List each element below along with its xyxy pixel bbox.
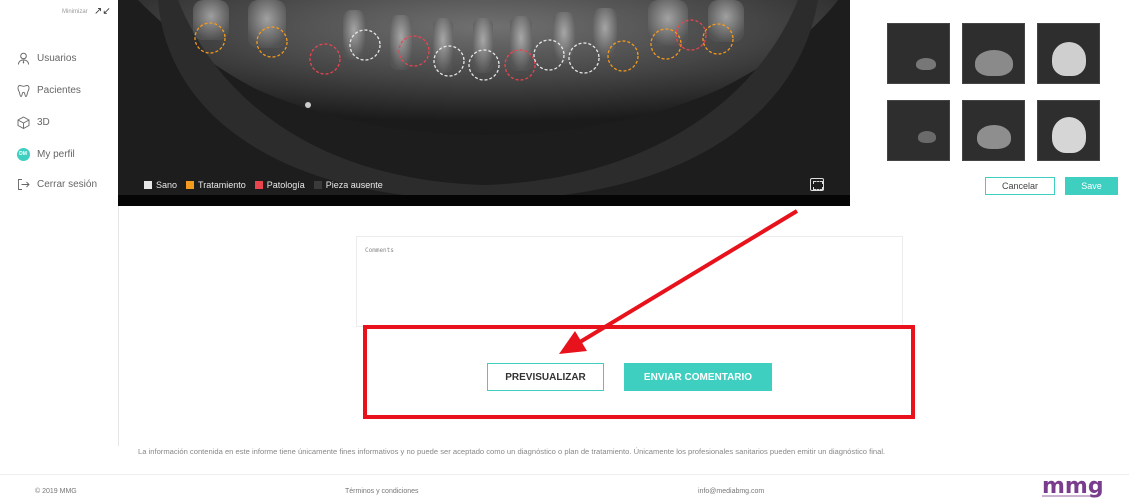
sidebar: Minimizar ↗︎↙︎ Usuarios Pacientes 3D DM … <box>0 0 118 430</box>
fullscreen-icon[interactable] <box>810 178 824 191</box>
minimize-label[interactable]: Minimizar <box>62 9 88 15</box>
xray-viewer[interactable]: Sano Tratamiento Patología Pieza ausente <box>118 0 850 206</box>
preview-button[interactable]: PREVISUALIZAR <box>487 363 604 391</box>
footer-copyright: © 2019 MMG <box>35 488 77 495</box>
minimize-icon[interactable]: ↗︎↙︎ <box>94 6 111 17</box>
sidebar-item-label: Cerrar sesión <box>37 178 98 190</box>
legend-swatch <box>254 181 263 189</box>
legend-item-sano: Sano <box>144 180 177 190</box>
tooth-thumbnail[interactable] <box>962 23 1025 84</box>
logout-icon <box>16 177 30 191</box>
avatar-icon: DM <box>16 147 30 161</box>
sidebar-item-label: My perfil <box>37 148 75 160</box>
send-comment-button[interactable]: ENVIAR COMENTARIO <box>624 363 772 391</box>
avatar: DM <box>16 147 30 161</box>
panoramic-xray-image <box>118 0 850 206</box>
sidebar-item-pacientes[interactable]: Pacientes <box>16 82 81 98</box>
sidebar-item-3d[interactable]: 3D <box>16 114 50 130</box>
cube-icon <box>16 115 30 129</box>
tooth-thumbnail[interactable] <box>1037 23 1100 84</box>
legend-item-patologia: Patología <box>254 180 305 190</box>
legend-item-pieza-ausente: Pieza ausente <box>313 180 383 190</box>
user-tie-icon <box>16 51 30 65</box>
comments-textarea[interactable] <box>356 236 903 327</box>
tooth-thumbnail[interactable] <box>962 100 1025 161</box>
sidebar-item-my-perfil[interactable]: DM My perfil <box>16 146 75 162</box>
tooth-icon <box>16 83 30 97</box>
sidebar-item-label: 3D <box>37 116 50 128</box>
mmg-logo: mmg <box>1042 476 1104 499</box>
viewer-bottom-bar <box>118 195 850 206</box>
legend-swatch <box>186 181 195 189</box>
tooth-thumbnail[interactable] <box>887 100 950 161</box>
sidebar-item-label: Pacientes <box>37 84 81 96</box>
disclaimer-text: La información contenida en este informe… <box>138 447 886 456</box>
sidebar-item-cerrar-sesion[interactable]: Cerrar sesión <box>16 176 97 192</box>
save-button[interactable]: Save <box>1065 177 1118 195</box>
legend-swatch <box>313 181 322 189</box>
footer-divider <box>0 474 1129 475</box>
footer-email-link[interactable]: info@mediabmg.com <box>698 488 764 495</box>
footer-terms-link[interactable]: Términos y condiciones <box>345 488 419 495</box>
tooth-status-legend: Sano Tratamiento Patología Pieza ausente <box>144 180 392 190</box>
tooth-thumbnail[interactable] <box>887 23 950 84</box>
sidebar-item-label: Usuarios <box>37 52 77 64</box>
legend-item-tratamiento: Tratamiento <box>186 180 246 190</box>
sidebar-item-usuarios[interactable]: Usuarios <box>16 50 76 66</box>
legend-swatch <box>144 181 152 189</box>
content-divider <box>118 206 119 446</box>
cancel-button[interactable]: Cancelar <box>985 177 1055 195</box>
tooth-thumbnail[interactable] <box>1037 100 1100 161</box>
